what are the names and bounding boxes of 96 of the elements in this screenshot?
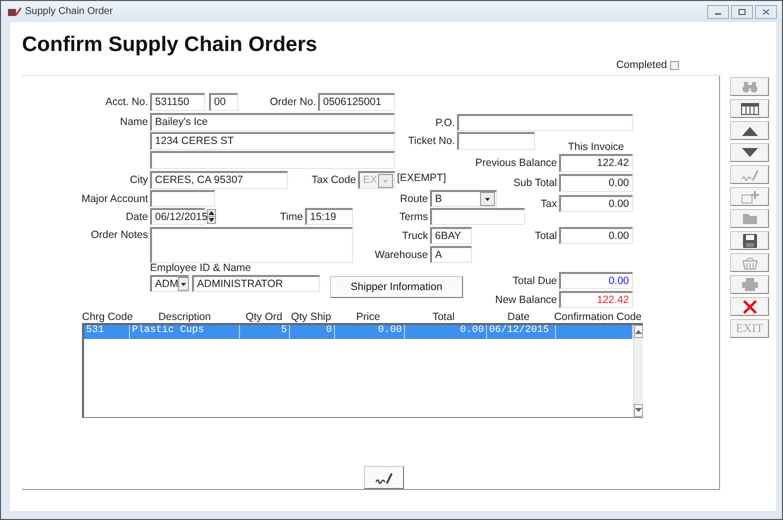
spinner-icon[interactable] <box>207 209 216 224</box>
field-label: New Balance <box>495 294 558 306</box>
text-field[interactable]: 6BAY <box>430 227 472 244</box>
maximize-button[interactable] <box>731 4 753 18</box>
window-title: Supply Chain Order <box>25 6 114 17</box>
column-header: Qty Ord <box>244 311 284 323</box>
field-label: Name <box>120 116 149 128</box>
table-cell: 531 <box>84 325 130 339</box>
field-label: Total Due <box>512 274 558 286</box>
columns-button[interactable] <box>730 99 769 118</box>
binoculars-icon <box>742 80 758 94</box>
text-field[interactable]: A <box>430 246 472 263</box>
table-cell: 5 <box>240 325 290 339</box>
text-field[interactable]: 0506125001 <box>318 93 395 111</box>
field-label: Route <box>400 192 429 204</box>
field-label: Order No. <box>270 96 317 108</box>
field-label: Tax Code <box>312 174 357 186</box>
page-heading: Confirm Supply Chain Orders <box>22 32 318 58</box>
field-label: City <box>130 174 149 186</box>
text-field[interactable]: 531150 <box>150 93 205 111</box>
next-button[interactable] <box>730 143 769 162</box>
save-button[interactable] <box>730 231 769 250</box>
amount-field[interactable]: 0.00 <box>559 272 633 289</box>
column-header: Price <box>355 311 382 323</box>
employee-name-field[interactable]: ADMINISTRATOR <box>192 275 320 292</box>
field-label: Major Account <box>81 192 149 204</box>
column-header: Confirmation Code <box>553 311 643 323</box>
field-label: P.O. <box>435 116 456 128</box>
notes-field[interactable] <box>150 227 353 263</box>
grid-icon <box>740 102 758 114</box>
amount-field[interactable]: 122.42 <box>559 154 633 172</box>
field-label: Ticket No. <box>408 135 456 147</box>
field-label: Acct. No. <box>105 96 149 108</box>
basket-icon <box>742 256 758 270</box>
column-header: Chrg Code <box>82 311 130 323</box>
completed-checkbox[interactable] <box>670 60 679 70</box>
employee-id-dropdown[interactable]: ADM <box>150 275 189 292</box>
dropdown-field[interactable]: B <box>430 190 497 207</box>
scroll-up-icon[interactable] <box>635 329 642 334</box>
text-field[interactable]: 00 <box>209 93 238 111</box>
text-field[interactable] <box>457 114 633 131</box>
folder-icon <box>742 212 758 225</box>
close-icon <box>742 298 758 314</box>
date-field[interactable]: 06/12/2015 <box>150 208 205 225</box>
column-header: Date <box>506 311 531 323</box>
table-cell: 0.00 <box>405 325 487 339</box>
signature-icon <box>740 168 758 182</box>
field-label: Time <box>280 210 304 222</box>
scrollbar[interactable] <box>633 325 643 417</box>
field-label: Truck <box>402 230 429 242</box>
up-arrow-icon <box>742 126 758 136</box>
signature-icon <box>375 470 393 484</box>
column-header: Qty Ship <box>290 311 332 323</box>
section-caption: Employee ID & Name <box>150 262 252 274</box>
field-label: Terms <box>399 210 429 222</box>
text-field[interactable] <box>150 190 215 207</box>
add-document-icon <box>740 190 758 204</box>
amount-field[interactable]: 0.00 <box>559 174 633 192</box>
previous-button[interactable] <box>730 121 769 140</box>
app-icon <box>8 6 22 16</box>
scroll-down-icon[interactable] <box>635 408 642 413</box>
field-label: Sub Total <box>513 177 558 189</box>
down-arrow-icon <box>742 148 758 158</box>
tax-status-text: [EXEMPT] <box>397 172 448 184</box>
table-cell: 0 <box>290 325 335 339</box>
amount-field[interactable]: 122.42 <box>559 291 633 308</box>
table-cell: Plastic Cups <box>130 325 240 339</box>
table-cell: 06/12/2015 <box>487 325 556 339</box>
amount-field[interactable]: 0.00 <box>559 195 633 212</box>
text-field[interactable]: Bailey's Ice <box>150 113 395 131</box>
caret-icon <box>483 195 492 203</box>
checkbox-label: Completed <box>616 59 667 71</box>
text-field[interactable]: 1234 CERES ST <box>150 132 395 150</box>
text-field[interactable]: 15:19 <box>305 208 353 225</box>
table-cell: 0.00 <box>335 325 405 339</box>
amount-field[interactable]: 0.00 <box>559 227 633 244</box>
caret-icon <box>179 280 188 288</box>
close-icon <box>761 8 771 16</box>
shipper-information-button[interactable]: Shipper Information <box>330 276 463 298</box>
text-field[interactable] <box>150 151 395 169</box>
maximize-icon <box>737 8 747 16</box>
delete-button[interactable] <box>730 297 769 316</box>
column-header: Total <box>431 311 456 323</box>
field-label: Date <box>126 210 149 222</box>
text-field[interactable]: CERES, CA 95307 <box>150 171 288 189</box>
field-label: Total <box>534 230 558 242</box>
field-label: Order Notes <box>90 228 149 241</box>
text-field[interactable] <box>430 208 525 225</box>
section-caption: This Invoice <box>566 141 626 153</box>
field-label: Tax <box>540 198 558 210</box>
text-field[interactable] <box>457 132 535 150</box>
close-button[interactable] <box>755 4 777 18</box>
column-header: Description <box>157 311 212 323</box>
field-label: Warehouse <box>374 248 429 260</box>
field-label: Previous Balance <box>475 157 558 169</box>
sign-button[interactable] <box>364 466 404 489</box>
